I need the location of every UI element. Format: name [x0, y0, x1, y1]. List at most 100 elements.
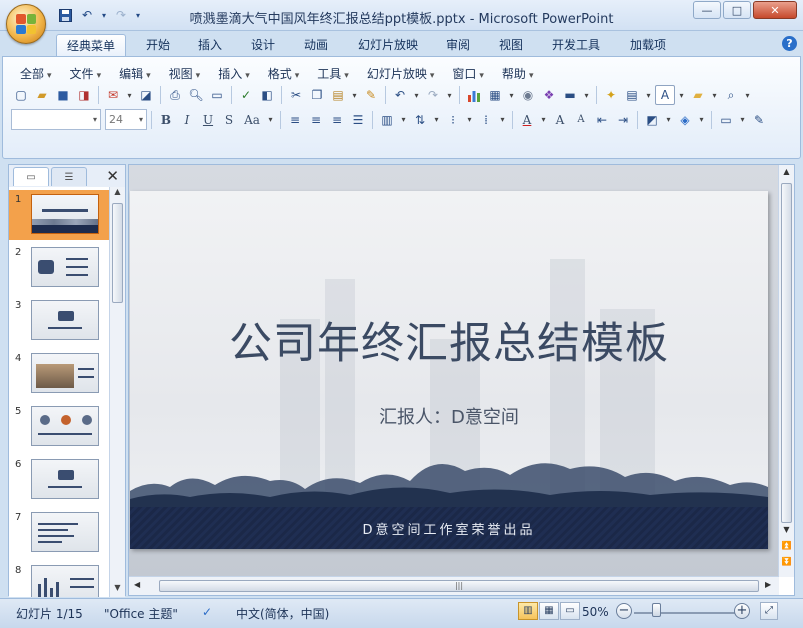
normal-view-icon[interactable]: ▥ [518, 602, 538, 620]
email-icon[interactable]: ✉ [103, 85, 123, 105]
smartart-icon[interactable]: ❖ [539, 85, 559, 105]
menu-file[interactable]: 文件 ▾ [61, 63, 111, 84]
tab-slide-show[interactable]: 幻灯片放映 [350, 34, 426, 56]
print-icon[interactable]: ⎙ [165, 85, 185, 105]
office-button[interactable] [6, 4, 46, 44]
shape-fill-icon[interactable]: ▬ [560, 85, 580, 105]
zoom-out-icon[interactable]: − [616, 603, 632, 619]
permission-icon[interactable]: ◨ [74, 85, 94, 105]
chevron-down-icon[interactable]: ▾ [663, 110, 674, 130]
italic-button[interactable]: I [177, 110, 197, 130]
thumbnails-scrollbar[interactable]: ▲ ▼ [109, 187, 125, 597]
menu-format[interactable]: 格式 ▾ [259, 63, 309, 84]
slide-vertical-scrollbar[interactable]: ▲ ▼ ⏫ ⏬ [778, 165, 794, 577]
chevron-down-icon[interactable]: ▾ [444, 85, 455, 105]
slide-thumbnail[interactable]: 7 [9, 508, 109, 558]
chevron-down-icon[interactable]: ▾ [506, 85, 517, 105]
tab-design[interactable]: 设计 [241, 34, 285, 56]
shape-outline-icon[interactable]: ▭ [716, 110, 736, 130]
fit-to-window-icon[interactable]: ⤢ [760, 602, 778, 620]
shadow-button[interactable]: S [219, 110, 239, 130]
spelling-status-icon[interactable]: ✓ [202, 605, 212, 619]
tab-outline[interactable]: ☰ [51, 167, 87, 186]
chevron-down-icon[interactable]: ▾ [742, 85, 753, 105]
scroll-down-icon[interactable]: ▼ [110, 583, 125, 597]
bold-button[interactable]: B [156, 110, 176, 130]
layout-icon[interactable]: ▤ [622, 85, 642, 105]
print-preview-icon[interactable]: 🔍︎ [186, 85, 206, 105]
shrink-font-button[interactable]: A [571, 110, 591, 130]
scroll-up-icon[interactable]: ▲ [779, 167, 794, 176]
columns-icon[interactable]: ▥ [377, 110, 397, 130]
font-size-select[interactable]: 24 ▾ [105, 109, 147, 130]
slide-thumbnail[interactable]: 6 [9, 455, 109, 505]
open-folder-icon[interactable]: ▰ [32, 85, 52, 105]
shape-effects-icon[interactable]: ✎ [749, 110, 769, 130]
table-icon[interactable]: ▦ [485, 85, 505, 105]
quick-styles-icon[interactable]: ◈ [675, 110, 695, 130]
chevron-down-icon[interactable]: ▾ [349, 85, 360, 105]
slide-thumbnail[interactable]: 8 [9, 561, 109, 597]
zoom-in-icon[interactable]: + [734, 603, 750, 619]
chart-icon[interactable] [464, 85, 484, 105]
format-painter-icon[interactable]: ✎ [361, 85, 381, 105]
slide-sorter-icon[interactable]: ▦ [539, 602, 559, 620]
chevron-down-icon[interactable]: ▾ [581, 85, 592, 105]
close-button[interactable]: ✕ [753, 1, 797, 19]
new-document-icon[interactable]: ▢ [11, 85, 31, 105]
chevron-down-icon[interactable]: ▾ [431, 110, 442, 130]
tab-animations[interactable]: 动画 [294, 34, 338, 56]
zoom-slider[interactable] [634, 612, 740, 614]
align-left-icon[interactable]: ≡ [285, 110, 305, 130]
menu-window[interactable]: 窗口 ▾ [443, 63, 493, 84]
slide-thumbnail[interactable]: 5 [9, 402, 109, 452]
previous-slide-icon[interactable]: ⏫ [779, 541, 794, 550]
tab-slides[interactable]: ▭ [13, 167, 49, 186]
cut-icon[interactable]: ✂ [286, 85, 306, 105]
scroll-right-icon[interactable]: ▶ [765, 580, 771, 589]
chevron-down-icon[interactable]: ▾ [411, 85, 422, 105]
help-icon[interactable]: ? [782, 36, 797, 51]
slide-thumbnail[interactable]: 2 [9, 243, 109, 293]
chevron-down-icon[interactable]: ▾ [265, 110, 276, 130]
slide-thumbnail[interactable]: 3 [9, 296, 109, 346]
chevron-down-icon[interactable]: ▾ [398, 110, 409, 130]
slide-subtitle[interactable]: 汇报人：D意空间 [130, 403, 768, 429]
menu-slide-show[interactable]: 幻灯片放映 ▾ [358, 63, 444, 84]
undo-icon[interactable]: ↶ [390, 85, 410, 105]
chevron-down-icon[interactable]: ▾ [124, 85, 135, 105]
bullets-icon[interactable]: ⁞ [476, 110, 496, 130]
chevron-down-icon[interactable]: ▾ [464, 110, 475, 130]
chevron-down-icon[interactable]: ▾ [497, 110, 508, 130]
chevron-down-icon[interactable]: ▾ [709, 85, 720, 105]
slide-horizontal-scrollbar[interactable]: ◀ ||| ▶ [129, 576, 779, 595]
increase-indent-icon[interactable]: ⇥ [613, 110, 633, 130]
publish-icon[interactable]: ◪ [136, 85, 156, 105]
slide-view-icon[interactable]: ▭ [207, 85, 227, 105]
text-direction-icon[interactable]: ⇅ [410, 110, 430, 130]
menu-view[interactable]: 视图 ▾ [160, 63, 210, 84]
copy-icon[interactable]: ❐ [307, 85, 327, 105]
tab-insert[interactable]: 插入 [188, 34, 232, 56]
grow-font-button[interactable]: A [550, 110, 570, 130]
new-slide-icon[interactable]: ✦ [601, 85, 621, 105]
scroll-down-icon[interactable]: ▼ [779, 525, 794, 534]
menu-tools[interactable]: 工具 ▾ [308, 63, 358, 84]
menu-edit[interactable]: 编辑 ▾ [110, 63, 160, 84]
scroll-up-icon[interactable]: ▲ [110, 187, 125, 201]
chevron-down-icon[interactable]: ▾ [737, 110, 748, 130]
menu-insert[interactable]: 插入 ▾ [209, 63, 259, 84]
paste-icon[interactable]: ▤ [328, 85, 348, 105]
slide-footer[interactable]: D意空间工作室荣誉出品 [130, 507, 768, 549]
slide-show-icon[interactable]: ▭ [560, 602, 580, 620]
scrollbar-thumb[interactable] [112, 203, 123, 303]
minimize-button[interactable]: — [693, 1, 721, 19]
spelling-icon[interactable]: ✓ [236, 85, 256, 105]
chevron-down-icon[interactable]: ▾ [643, 85, 654, 105]
underline-button[interactable]: U [198, 110, 218, 130]
slide-title[interactable]: 公司年终汇报总结模板 [130, 309, 768, 371]
change-case-button[interactable]: Aa [240, 110, 264, 130]
zoom-slider-handle[interactable] [652, 603, 661, 617]
text-box-icon[interactable]: A [655, 85, 675, 105]
align-center-icon[interactable]: ≡ [306, 110, 326, 130]
